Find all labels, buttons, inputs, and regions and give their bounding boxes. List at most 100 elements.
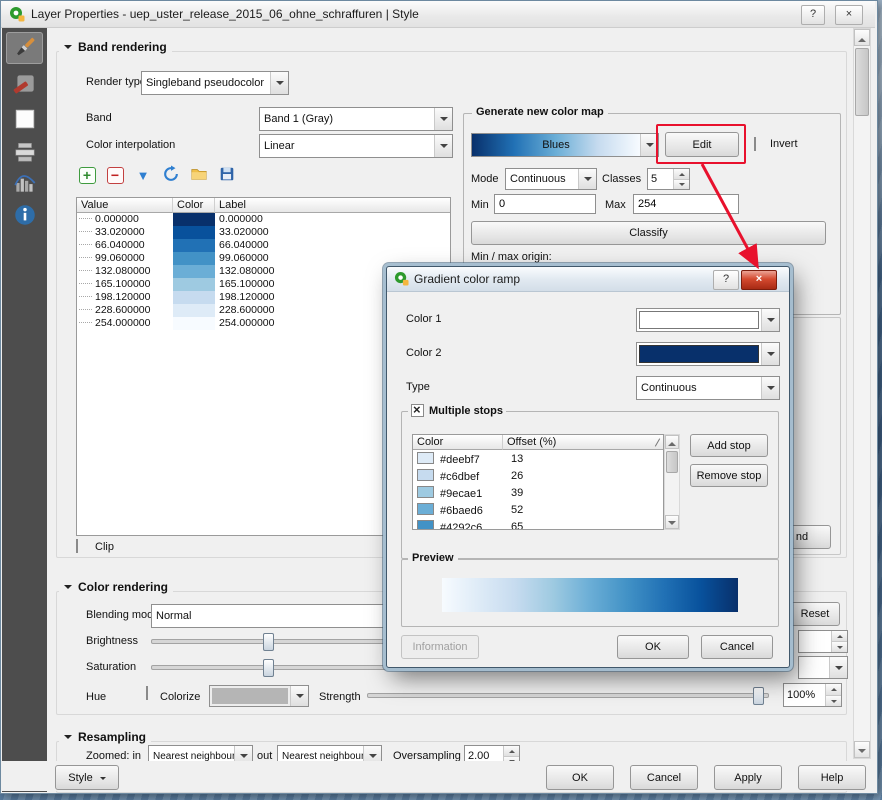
- row-color-swatch: [173, 239, 215, 252]
- stop-row[interactable]: #6baed652: [413, 501, 663, 518]
- resampling-header[interactable]: Resampling: [59, 729, 151, 745]
- remove-stop-button[interactable]: Remove stop: [690, 464, 768, 487]
- min-input[interactable]: [494, 194, 596, 214]
- strength-spinbox[interactable]: 100%: [783, 683, 842, 707]
- tree-branch-icon: [79, 321, 92, 323]
- spin-up-icon[interactable]: [674, 169, 689, 179]
- collapse-arrow-icon: [64, 585, 72, 593]
- scrollbar-thumb[interactable]: [855, 48, 869, 116]
- colorize-swatch: [212, 688, 288, 704]
- strength-slider[interactable]: [367, 687, 769, 703]
- colormap-row[interactable]: 33.02000033.020000: [77, 226, 450, 239]
- sidebar-item-labels[interactable]: [6, 69, 43, 101]
- clip-checkbox[interactable]: [76, 539, 78, 553]
- column-header-label[interactable]: Label: [215, 198, 450, 213]
- chevron-down-icon[interactable]: [761, 309, 779, 331]
- colormap-row[interactable]: 0.0000000.000000: [77, 213, 450, 226]
- apply-button[interactable]: Apply: [714, 765, 782, 790]
- spin-up-icon[interactable]: [826, 684, 841, 695]
- remove-entry-button[interactable]: −: [104, 164, 126, 186]
- colorize-checkbox[interactable]: [146, 686, 148, 700]
- stop-row[interactable]: #9ecae139: [413, 484, 663, 501]
- load-colormap-button[interactable]: [188, 164, 210, 186]
- spin-down-icon[interactable]: [826, 695, 841, 707]
- spin-up-icon[interactable]: [832, 631, 847, 641]
- sidebar-item-histogram[interactable]: [6, 168, 43, 200]
- scrollbar-thumb[interactable]: [666, 451, 678, 473]
- sidebar-item-metadata[interactable]: [6, 200, 43, 232]
- color1-picker[interactable]: [636, 308, 780, 332]
- scroll-down-icon[interactable]: [665, 515, 679, 529]
- add-stop-button[interactable]: Add stop: [690, 434, 768, 457]
- sidebar-item-pyramids[interactable]: [6, 137, 43, 169]
- band-rendering-header[interactable]: Band rendering: [59, 39, 172, 55]
- annotation-arrow: [690, 158, 782, 284]
- chevron-down-icon: [270, 72, 288, 94]
- interpolation-combo[interactable]: Linear: [259, 134, 453, 158]
- colormap-row[interactable]: 66.04000066.040000: [77, 239, 450, 252]
- column-header-color[interactable]: Color: [173, 198, 215, 213]
- properties-sidebar: [2, 28, 47, 792]
- row-label: 0.000000: [215, 213, 450, 226]
- help-button[interactable]: Help: [798, 765, 866, 790]
- information-button[interactable]: Information: [401, 635, 479, 659]
- main-scrollbar[interactable]: [853, 28, 871, 759]
- row-color-swatch: [173, 265, 215, 278]
- save-colormap-button[interactable]: [216, 164, 238, 186]
- row-color-swatch: [173, 252, 215, 265]
- dialog-cancel-button[interactable]: Cancel: [701, 635, 773, 659]
- refresh-button[interactable]: [160, 164, 182, 186]
- chevron-down-icon[interactable]: [761, 343, 779, 365]
- slider-handle[interactable]: [753, 687, 764, 705]
- dialog-ok-button[interactable]: OK: [617, 635, 689, 659]
- scroll-up-icon[interactable]: [665, 435, 679, 449]
- colormap-row[interactable]: 99.06000099.060000: [77, 252, 450, 265]
- invert-label: Invert: [770, 137, 798, 151]
- spin-down-icon[interactable]: [832, 641, 847, 652]
- cancel-button[interactable]: Cancel: [630, 765, 698, 790]
- invert-checkbox[interactable]: [754, 137, 756, 151]
- sidebar-item-transparency[interactable]: [6, 104, 43, 136]
- stop-row[interactable]: #deebf713: [413, 450, 663, 467]
- style-menu-button[interactable]: Style: [55, 765, 119, 790]
- color2-picker[interactable]: [636, 342, 780, 366]
- right-edge-combo[interactable]: [798, 656, 848, 679]
- colorize-color-picker[interactable]: [209, 685, 309, 707]
- color-rendering-header[interactable]: Color rendering: [59, 579, 173, 595]
- chevron-down-icon: [100, 777, 106, 783]
- ok-button[interactable]: OK: [546, 765, 614, 790]
- color1-label: Color 1: [406, 312, 441, 326]
- mode-combo[interactable]: Continuous: [505, 168, 597, 190]
- window-help-button[interactable]: ?: [801, 5, 825, 25]
- classes-spinbox[interactable]: 5: [647, 168, 690, 190]
- scroll-down-icon[interactable]: [854, 741, 870, 758]
- type-combo[interactable]: Continuous: [636, 376, 780, 400]
- window-close-button[interactable]: ×: [835, 5, 863, 25]
- right-edge-spinbox[interactable]: [798, 630, 848, 653]
- stops-scrollbar[interactable]: [664, 434, 680, 530]
- band-combo[interactable]: Band 1 (Gray): [259, 107, 453, 131]
- stop-row[interactable]: #4292c665: [413, 518, 663, 530]
- column-header-color[interactable]: Color: [413, 435, 503, 450]
- render-type-combo[interactable]: Singleband pseudocolor: [141, 71, 289, 95]
- slider-handle[interactable]: [263, 633, 274, 651]
- tree-branch-icon: [79, 243, 92, 245]
- window-titlebar[interactable]: Layer Properties - uep_uster_release_201…: [1, 1, 875, 28]
- stop-hex: #9ecae1: [440, 488, 482, 500]
- classes-label: Classes: [602, 172, 641, 186]
- spin-up-icon[interactable]: [504, 746, 519, 756]
- column-header-offset[interactable]: Offset (%): [503, 435, 663, 450]
- scroll-up-icon[interactable]: [854, 29, 870, 46]
- add-entry-button[interactable]: +: [76, 164, 98, 186]
- slider-handle[interactable]: [263, 659, 274, 677]
- color-ramp-combo[interactable]: Blues: [471, 133, 659, 157]
- sidebar-item-style[interactable]: [6, 32, 43, 64]
- spin-down-icon[interactable]: [674, 179, 689, 190]
- sort-button[interactable]: ▼: [132, 164, 154, 186]
- column-header-value[interactable]: Value: [77, 198, 173, 213]
- stop-row[interactable]: #c6dbef26: [413, 467, 663, 484]
- multiple-stops-checkbox[interactable]: [411, 404, 424, 417]
- max-label: Max: [605, 198, 626, 212]
- reset-button[interactable]: Reset: [790, 602, 840, 626]
- color2-swatch: [639, 345, 759, 363]
